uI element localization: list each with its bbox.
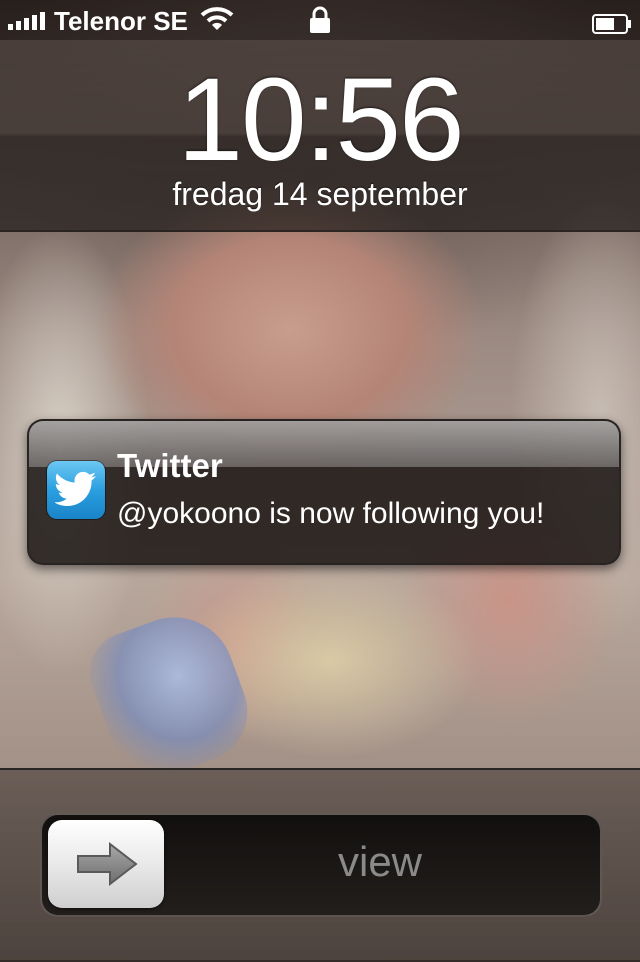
lock-screen-date: fredag 14 september bbox=[172, 176, 468, 212]
status-bar: Telenor SE bbox=[0, 0, 640, 40]
lock-icon bbox=[309, 6, 331, 41]
signal-icon bbox=[8, 12, 45, 30]
slide-to-view-knob[interactable] bbox=[48, 820, 164, 908]
notification-app-name: Twitter bbox=[117, 447, 223, 484]
carrier-name: Telenor SE bbox=[54, 6, 188, 36]
clock-panel: 10:56 fredag 14 september bbox=[0, 40, 640, 232]
wifi-icon bbox=[200, 6, 234, 39]
wallpaper-detail bbox=[78, 600, 262, 790]
notification-message: @yokoono is now following you! bbox=[117, 497, 545, 530]
twitter-icon bbox=[47, 461, 105, 519]
slide-to-view-label: view bbox=[337, 838, 423, 885]
lock-screen-time: 10:56 bbox=[177, 54, 464, 186]
push-notification[interactable]: Twitter @yokoono is now following you! bbox=[27, 419, 621, 565]
battery-icon bbox=[592, 10, 632, 41]
arrow-right-icon bbox=[77, 842, 138, 886]
